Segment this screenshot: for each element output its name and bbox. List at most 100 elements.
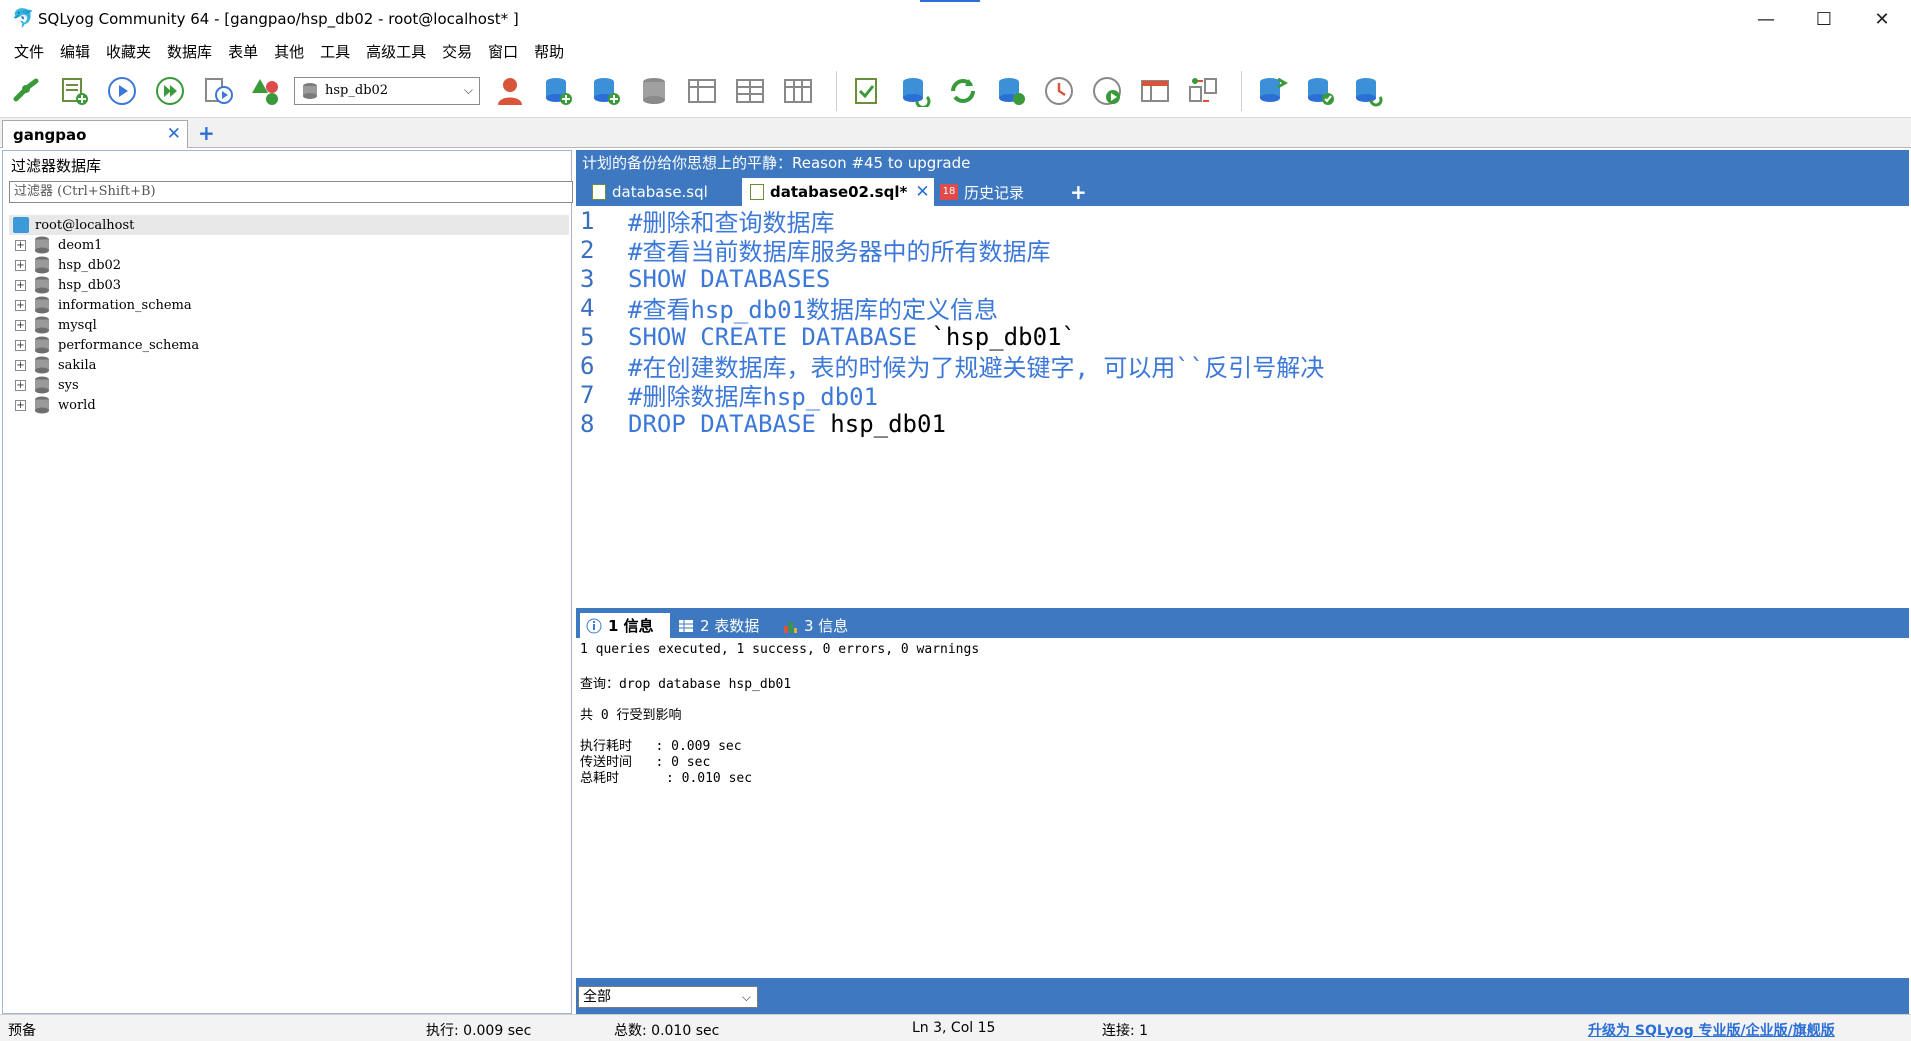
database-icon bbox=[35, 376, 49, 394]
status-exec-time: 执行: 0.009 sec bbox=[426, 1023, 532, 1039]
tree-node-deom1[interactable]: + deom1 bbox=[9, 235, 569, 255]
code-comment: #查看hsp_db01数据库的定义信息 bbox=[628, 296, 999, 324]
minimize-button[interactable]: — bbox=[1737, 0, 1795, 38]
tree-node-label: hsp_db03 bbox=[58, 277, 122, 293]
tree-node-hsp-db02[interactable]: + hsp_db02 bbox=[9, 255, 569, 275]
expand-icon[interactable]: + bbox=[15, 299, 26, 311]
execute-all-icon[interactable] bbox=[150, 71, 190, 111]
sql-file-icon bbox=[750, 184, 764, 200]
database-select-value: hsp_db02 bbox=[325, 83, 389, 98]
tab-table-data[interactable]: 2 表数据 bbox=[672, 613, 772, 638]
play-circle-icon[interactable] bbox=[1087, 71, 1127, 111]
add-connection-tab-button[interactable]: + bbox=[198, 121, 215, 145]
execute-step-icon[interactable] bbox=[198, 71, 238, 111]
tab-messages[interactable]: 1 信息 bbox=[580, 613, 670, 638]
filter-input[interactable]: 过滤器 (Ctrl+Shift+B) bbox=[9, 181, 573, 203]
create-db-icon[interactable] bbox=[538, 71, 578, 111]
expand-icon[interactable]: + bbox=[15, 379, 26, 391]
menu-favorites[interactable]: 收藏夹 bbox=[98, 41, 159, 62]
menu-help[interactable]: 帮助 bbox=[526, 41, 572, 62]
menu-advanced-tools[interactable]: 高级工具 bbox=[358, 41, 434, 62]
expand-icon[interactable]: + bbox=[15, 359, 26, 371]
user-manager-icon[interactable] bbox=[490, 71, 530, 111]
close-icon[interactable]: ✕ bbox=[167, 124, 181, 144]
menu-database[interactable]: 数据库 bbox=[159, 41, 220, 62]
menu-bar: 文件 编辑 收藏夹 数据库 表单 其他 工具 高级工具 交易 窗口 帮助 bbox=[0, 38, 1911, 64]
menu-other[interactable]: 其他 bbox=[266, 41, 312, 62]
tree-node-label: hsp_db02 bbox=[58, 257, 122, 273]
expand-icon[interactable]: + bbox=[15, 339, 26, 351]
close-button[interactable]: ✕ bbox=[1853, 0, 1911, 38]
database-select[interactable]: hsp_db02 ⌵ bbox=[294, 76, 480, 105]
new-query-icon[interactable] bbox=[54, 71, 94, 111]
add-query-tab-button[interactable]: + bbox=[1070, 180, 1087, 204]
expand-icon[interactable]: + bbox=[15, 259, 26, 271]
db-icon[interactable] bbox=[634, 71, 674, 111]
table-grid-icon[interactable] bbox=[778, 71, 818, 111]
tree-node-hsp-db03[interactable]: + hsp_db03 bbox=[9, 275, 569, 295]
tree-node-label: sys bbox=[58, 377, 79, 393]
tree-node-sys[interactable]: + sys bbox=[9, 375, 569, 395]
close-icon[interactable]: ✕ bbox=[915, 182, 929, 202]
menu-file[interactable]: 文件 bbox=[6, 41, 52, 62]
tree-node-mysql[interactable]: + mysql bbox=[9, 315, 569, 335]
tab-database-sql[interactable]: database.sql bbox=[584, 178, 742, 206]
sync-db-icon[interactable] bbox=[1348, 71, 1388, 111]
execute-icon[interactable] bbox=[102, 71, 142, 111]
maximize-button[interactable]: ☐ bbox=[1795, 0, 1853, 38]
expand-icon[interactable]: + bbox=[15, 279, 26, 291]
result-query: 查询：drop database hsp_db01 bbox=[580, 677, 792, 692]
sql-editor[interactable]: 1 #删除和查询数据库 2 #查看当前数据库服务器中的所有数据库 3 SHOW DAT… bbox=[576, 206, 1909, 607]
query-builder-icon[interactable] bbox=[847, 71, 887, 111]
tab-label: 2 表数据 bbox=[700, 617, 760, 635]
tab-info[interactable]: 3 信息 bbox=[776, 613, 866, 638]
history-icon[interactable] bbox=[1039, 71, 1079, 111]
sync-icon[interactable] bbox=[895, 71, 935, 111]
tab-history[interactable]: 18 历史记录 bbox=[938, 178, 1058, 206]
tree-node-world[interactable]: + world bbox=[9, 395, 569, 415]
tree-node-label: mysql bbox=[58, 317, 97, 333]
database-icon bbox=[35, 276, 49, 294]
code-keyword: SHOW DATABASES bbox=[628, 264, 831, 293]
db-add-icon[interactable] bbox=[991, 71, 1031, 111]
table-grid-icon[interactable] bbox=[730, 71, 770, 111]
compare-icon[interactable] bbox=[1183, 71, 1223, 111]
sql-file-icon bbox=[592, 184, 606, 200]
expand-icon[interactable]: + bbox=[15, 319, 26, 331]
menu-window[interactable]: 窗口 bbox=[480, 41, 526, 62]
connection-tab-gangpao[interactable]: gangpao ✕ bbox=[2, 120, 188, 148]
expand-icon[interactable]: + bbox=[15, 239, 26, 251]
expand-icon[interactable]: + bbox=[15, 399, 26, 411]
upgrade-banner[interactable]: 计划的备份给你思想上的平静：Reason #45 to upgrade bbox=[576, 150, 1909, 174]
refresh-icon[interactable] bbox=[943, 71, 983, 111]
line-number: 7 bbox=[580, 380, 595, 409]
table-grid-icon[interactable] bbox=[682, 71, 722, 111]
window-title: SQLyog Community 64 - [gangpao/hsp_db02 … bbox=[38, 10, 519, 28]
menu-table[interactable]: 表单 bbox=[220, 41, 266, 62]
schema-icon[interactable] bbox=[246, 71, 286, 111]
add-table-icon[interactable] bbox=[586, 71, 626, 111]
info-icon bbox=[586, 618, 602, 633]
restore-icon[interactable] bbox=[1300, 71, 1340, 111]
status-ready: 预备 bbox=[8, 1023, 36, 1039]
tab-label: 1 信息 bbox=[608, 617, 654, 635]
backup-icon[interactable] bbox=[1252, 71, 1292, 111]
tree-node-information-schema[interactable]: + information_schema bbox=[9, 295, 569, 315]
menu-edit[interactable]: 编辑 bbox=[52, 41, 98, 62]
server-icon bbox=[13, 217, 29, 233]
menu-tools[interactable]: 工具 bbox=[312, 41, 358, 62]
query-tab-strip: database.sql database02.sql* ✕ 18 历史记录 + bbox=[576, 174, 1909, 206]
tab-label: database02.sql* bbox=[770, 183, 908, 201]
tree-node-sakila[interactable]: + sakila bbox=[9, 355, 569, 375]
menu-transaction[interactable]: 交易 bbox=[434, 41, 480, 62]
upgrade-link[interactable]: 升级为 SQLyog 专业版/企业版/旗舰版 bbox=[1588, 1020, 1835, 1040]
result-filter-select[interactable]: 全部 ⌵ bbox=[578, 986, 758, 1008]
new-connection-icon[interactable] bbox=[6, 71, 46, 111]
tree-root-node[interactable]: root@localhost bbox=[9, 215, 569, 235]
database-tree: root@localhost + deom1 + hsp_db02 + hsp_db0… bbox=[9, 215, 569, 415]
bar-chart-icon bbox=[784, 621, 797, 633]
line-number: 2 bbox=[580, 235, 595, 264]
tree-node-performance-schema[interactable]: + performance_schema bbox=[9, 335, 569, 355]
schema-designer-icon[interactable] bbox=[1135, 71, 1175, 111]
tab-database02-sql[interactable]: database02.sql* ✕ bbox=[742, 178, 934, 206]
